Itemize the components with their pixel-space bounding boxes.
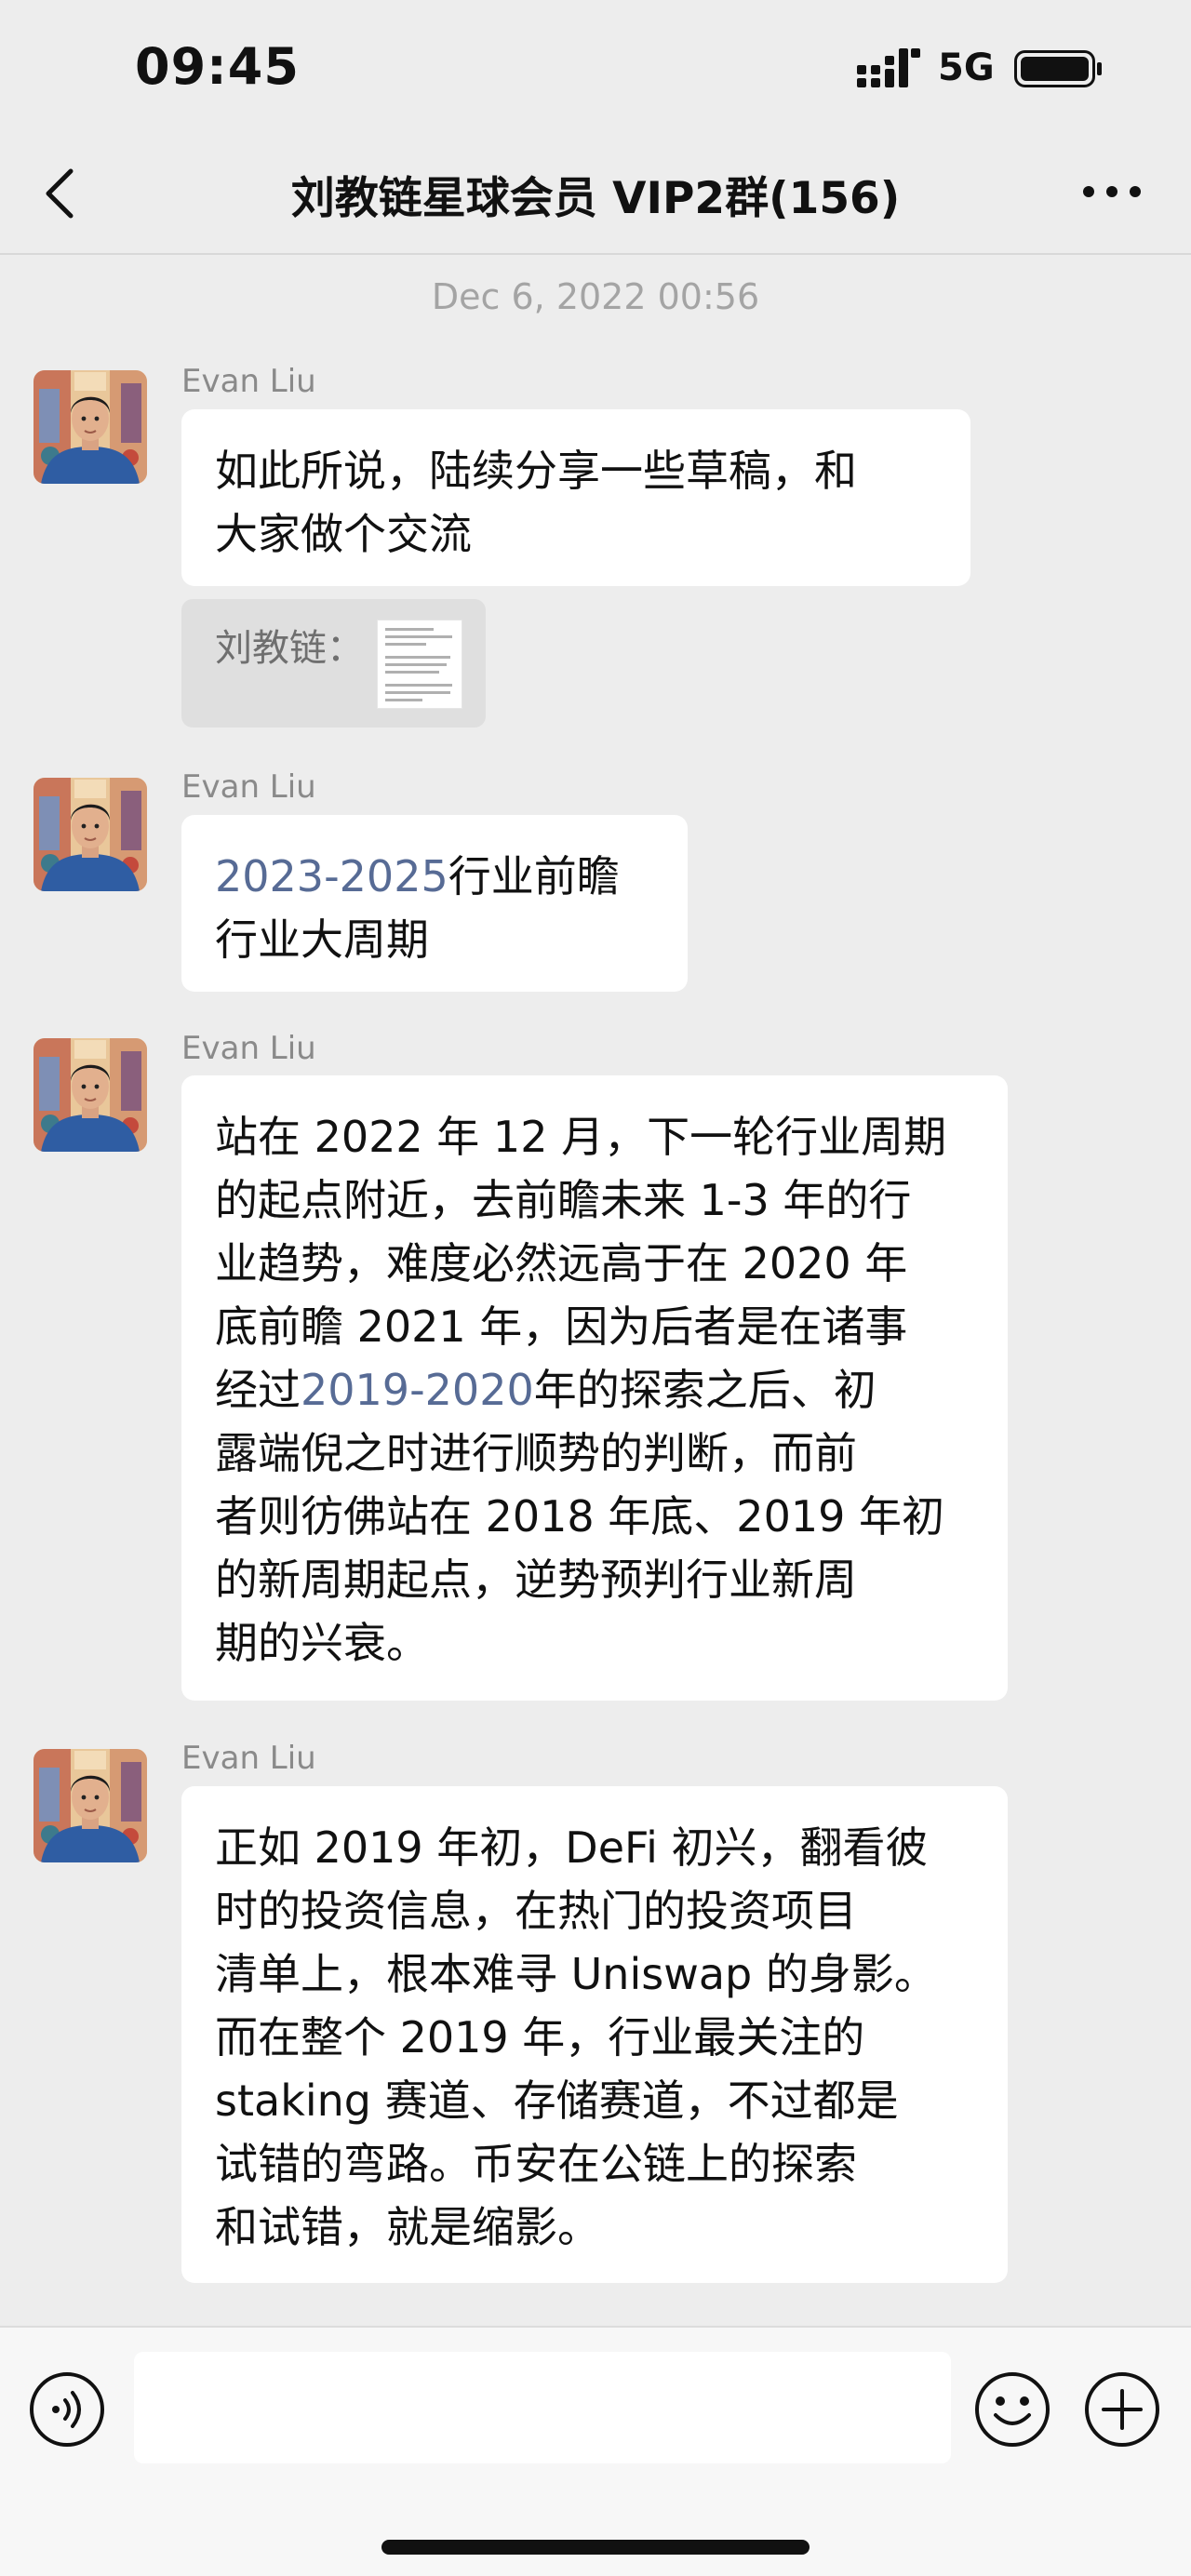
status-bar: 09:45 5G — [0, 0, 1191, 140]
message-line: 2023-2025行业前瞻 — [215, 845, 654, 908]
message-bubble[interactable]: 2023-2025行业前瞻 行业大周期 — [181, 815, 688, 992]
document-thumbnail[interactable] — [377, 620, 462, 709]
message-line: 大家做个交流 — [215, 509, 472, 559]
network-type: 5G — [938, 47, 995, 89]
status-time: 09:45 — [135, 37, 300, 96]
message-bubble[interactable]: 站在 2022 年 12 月，下一轮行业周期 的起点附近，去前瞻未来 1-3 年… — [181, 1075, 1008, 1701]
more-icon[interactable] — [1079, 173, 1144, 210]
message-text: 年的探索之后、初 — [533, 1365, 877, 1415]
message-line: 行业大周期 — [215, 914, 429, 965]
message-line: 的起点附近，去前瞻未来 1-3 年的行 — [215, 1175, 912, 1225]
avatar[interactable] — [33, 370, 147, 484]
message-link[interactable]: 2019-2020 — [301, 1365, 534, 1415]
message-line: 试错的弯路。币安在公链上的探索 — [215, 2139, 857, 2189]
message-line: 露端倪之时进行顺势的判断，而前 — [215, 1428, 857, 1478]
message-line: 和试错，就是缩影。 — [215, 2202, 600, 2252]
message-line: 时的投资信息，在热门的投资项目 — [215, 1886, 857, 1936]
avatar[interactable] — [33, 1749, 147, 1862]
voice-icon[interactable] — [28, 2370, 106, 2449]
input-bar — [0, 2326, 1191, 2576]
sender-name: Evan Liu — [181, 1030, 316, 1067]
message-line: 正如 2019 年初，DeFi 初兴，翻看彼 — [215, 1822, 929, 1873]
message-line: 如此所说，陆续分享一些草稿，和 — [215, 446, 857, 496]
message-line: 经过2019-2020年的探索之后、初 — [215, 1358, 974, 1421]
message-line: 站在 2022 年 12 月，下一轮行业周期 — [215, 1112, 947, 1162]
nav-bar: 刘教链星球会员 VIP2群(156) — [0, 140, 1191, 255]
emoji-icon[interactable] — [973, 2370, 1051, 2449]
message-input[interactable] — [134, 2352, 951, 2463]
chat-title: 刘教链星球会员 VIP2群(156) — [290, 173, 901, 224]
quote-label: 刘教链： — [215, 627, 364, 670]
sender-name: Evan Liu — [181, 768, 316, 806]
message-line: 底前瞻 2021 年，因为后者是在诸事 — [215, 1301, 908, 1352]
message-bubble[interactable]: 如此所说，陆续分享一些草稿，和 大家做个交流 — [181, 409, 970, 586]
signal-icon — [857, 48, 920, 87]
sender-name: Evan Liu — [181, 363, 316, 400]
message-link[interactable]: 2023-2025 — [215, 851, 448, 901]
avatar[interactable] — [33, 778, 147, 891]
chat-timestamp: Dec 6, 2022 00:56 — [431, 276, 760, 317]
home-indicator[interactable] — [381, 2540, 810, 2555]
chat-screen: 09:45 5G 刘教链星球会员 VIP2群(156) Dec 6, 2022 … — [0, 0, 1191, 2576]
message-line: staking 赛道、存储赛道，不过都是 — [215, 2075, 899, 2126]
message-line: 清单上，根本难寻 Uniswap 的身影。 — [215, 1949, 937, 1999]
sender-name: Evan Liu — [181, 1740, 316, 1777]
message-line: 期的兴衰。 — [215, 1618, 429, 1668]
plus-icon[interactable] — [1083, 2370, 1161, 2449]
message-text: 行业前瞻 — [448, 851, 620, 901]
message-line: 的新周期起点，逆势预判行业新周 — [215, 1555, 857, 1605]
chevron-left-icon[interactable] — [37, 164, 89, 223]
message-line: 而在整个 2019 年，行业最关注的 — [215, 2012, 865, 2062]
message-line: 业趋势，难度必然远高于在 2020 年 — [215, 1238, 908, 1288]
battery-icon — [1014, 50, 1102, 87]
quoted-message[interactable]: 刘教链： — [181, 599, 486, 727]
message-line: 者则彷佛站在 2018 年底、2019 年初 — [215, 1491, 944, 1542]
avatar[interactable] — [33, 1038, 147, 1152]
message-text: 经过 — [215, 1365, 301, 1415]
message-bubble[interactable]: 正如 2019 年初，DeFi 初兴，翻看彼 时的投资信息，在热门的投资项目 清… — [181, 1786, 1008, 2283]
